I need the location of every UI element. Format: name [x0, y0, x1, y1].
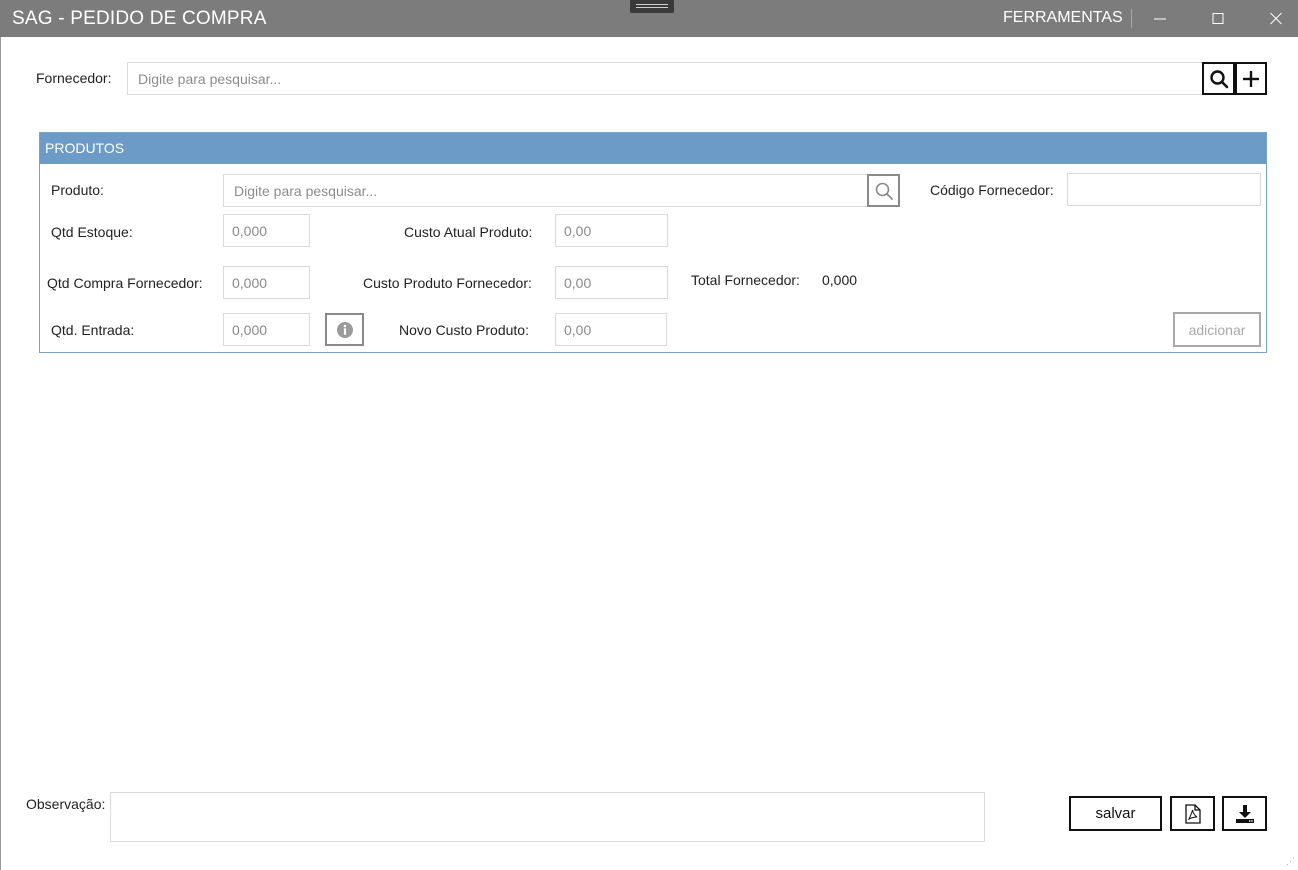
total-fornecedor-value: 0,000 [822, 272, 858, 288]
produto-search-button[interactable] [867, 174, 900, 207]
maximize-icon [1212, 13, 1224, 24]
codigo-fornecedor-input[interactable] [1067, 173, 1261, 206]
custo-atual-input[interactable] [555, 214, 668, 247]
info-icon [336, 321, 353, 338]
search-icon [1209, 69, 1228, 88]
adicionar-button[interactable]: adicionar [1173, 312, 1261, 347]
export-pdf-button[interactable] [1170, 796, 1215, 831]
title-separator [1131, 9, 1132, 28]
produto-label: Produto: [51, 182, 104, 198]
minimize-icon [1154, 18, 1166, 20]
minimize-button[interactable] [1137, 0, 1183, 37]
resize-grip[interactable]: ⋰ [1286, 856, 1295, 867]
qtd-entrada-label: Qtd. Entrada: [51, 322, 135, 338]
drag-handle[interactable] [630, 0, 674, 13]
produtos-header: PRODUTOS [40, 133, 1266, 164]
custo-produto-fornecedor-input[interactable] [555, 266, 668, 299]
observacao-label: Observação: [26, 796, 106, 812]
custo-atual-label: Custo Atual Produto: [404, 224, 533, 240]
close-button[interactable] [1253, 0, 1298, 37]
download-icon [1235, 804, 1254, 823]
qtd-estoque-label: Qtd Estoque: [51, 224, 133, 240]
pdf-icon [1184, 803, 1201, 824]
produto-search-input[interactable] [223, 174, 868, 207]
salvar-button[interactable]: salvar [1069, 796, 1162, 831]
qtd-entrada-input[interactable] [223, 313, 310, 346]
custo-produto-fornecedor-label: Custo Produto Fornecedor: [363, 275, 532, 291]
info-button[interactable] [325, 313, 364, 346]
close-icon [1270, 12, 1282, 25]
search-icon [875, 182, 893, 200]
plus-icon [1243, 70, 1259, 87]
fornecedor-search-input[interactable] [127, 62, 1203, 95]
codigo-fornecedor-label: Código Fornecedor: [930, 182, 1054, 198]
novo-custo-label: Novo Custo Produto: [399, 322, 529, 338]
qtd-compra-fornecedor-label: Qtd Compra Fornecedor: [47, 275, 203, 291]
download-button[interactable] [1222, 796, 1267, 831]
total-fornecedor-label: Total Fornecedor: [691, 272, 800, 288]
qtd-estoque-input[interactable] [223, 214, 310, 247]
qtd-compra-fornecedor-input[interactable] [223, 266, 310, 299]
add-fornecedor-button[interactable] [1235, 62, 1267, 95]
window-title: SAG - PEDIDO DE COMPRA [12, 8, 267, 29]
novo-custo-input[interactable] [555, 313, 667, 346]
produtos-panel: PRODUTOS Produto: Código Fornecedor: Qtd… [39, 132, 1267, 353]
title-bar: SAG - PEDIDO DE COMPRA FERRAMENTAS [0, 0, 1298, 37]
fornecedor-label: Fornecedor: [36, 70, 112, 86]
observacao-textarea[interactable] [110, 792, 985, 842]
window-border [0, 37, 1, 870]
tools-menu[interactable]: FERRAMENTAS [1003, 9, 1123, 27]
fornecedor-search-button[interactable] [1202, 62, 1235, 95]
maximize-button[interactable] [1195, 0, 1241, 37]
